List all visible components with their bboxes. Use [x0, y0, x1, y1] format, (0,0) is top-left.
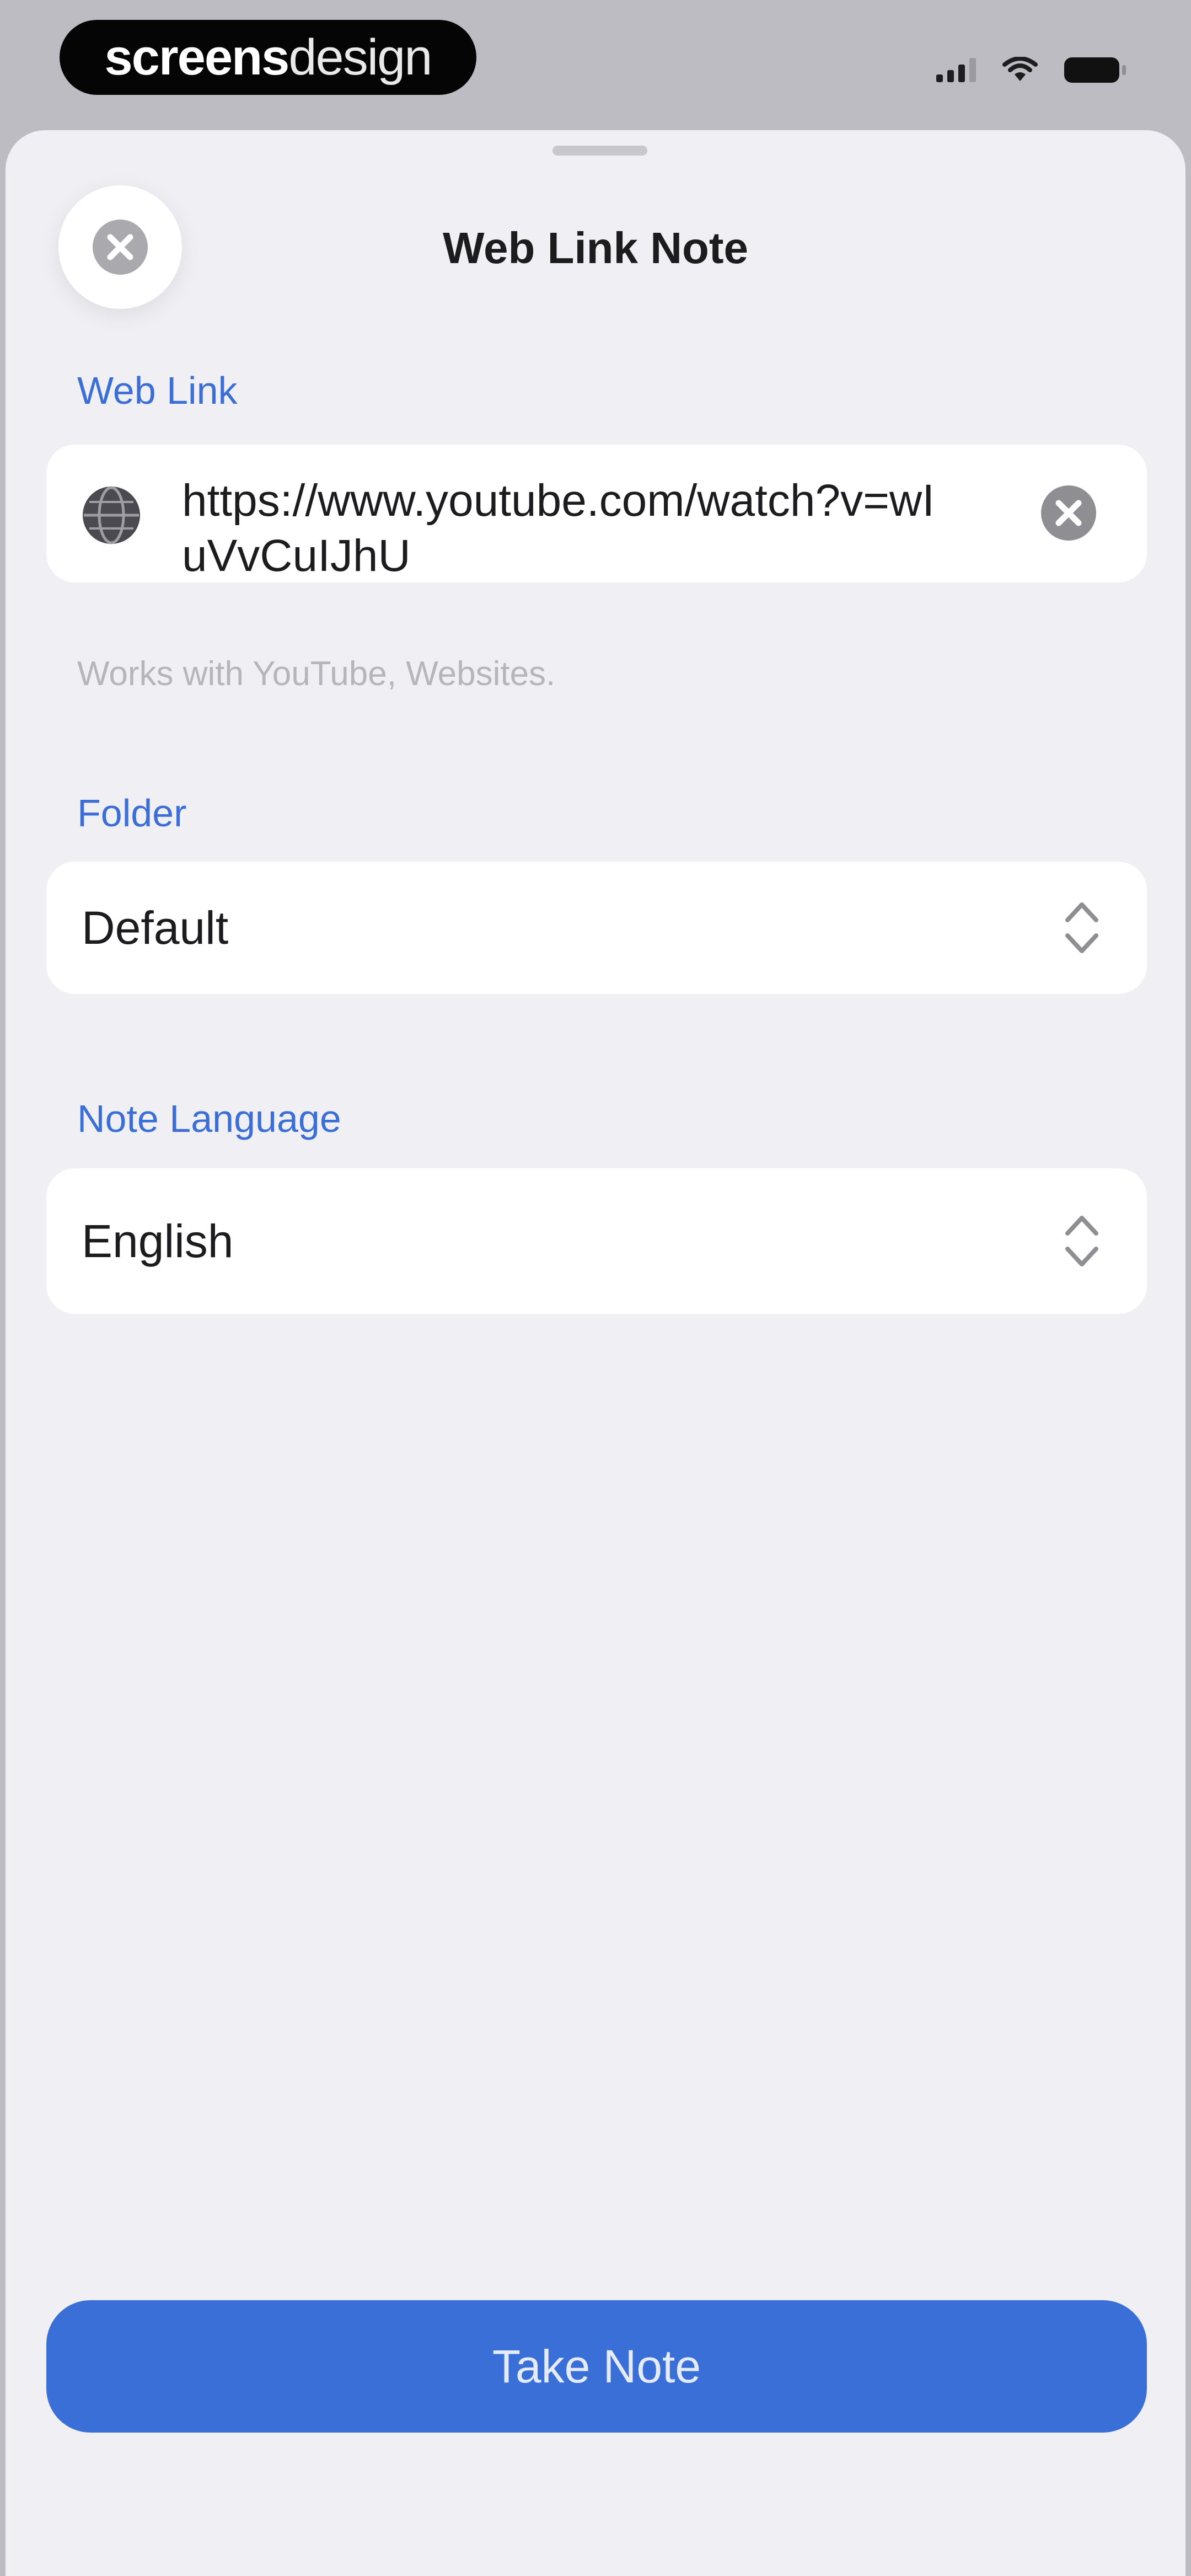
take-note-button[interactable]: Take Note: [46, 2300, 1147, 2433]
brand-watermark: screens design: [60, 20, 476, 95]
battery-icon: [1064, 57, 1126, 83]
wifi-icon: [1002, 57, 1038, 81]
language-select[interactable]: English: [46, 1168, 1147, 1314]
status-bar: screens design: [0, 0, 1191, 132]
signal-icon: [936, 58, 976, 82]
page-title: Web Link Note: [442, 223, 749, 272]
globe-icon: [83, 486, 140, 544]
web-link-label: Web Link: [77, 369, 238, 412]
folder-select[interactable]: Default: [46, 862, 1147, 994]
language-value: English: [82, 1215, 234, 1267]
clear-icon: [1041, 485, 1096, 541]
brand-strong: screens: [104, 29, 290, 85]
web-link-input[interactable]: https://www.youtube.com/watch?v=wIuVvCuI…: [182, 473, 943, 584]
chevron-updown-icon: [1065, 902, 1098, 953]
folder-label: Folder: [77, 792, 187, 835]
sheet-grabber[interactable]: [552, 146, 647, 156]
language-label: Note Language: [77, 1097, 341, 1140]
status-icons: [936, 51, 1126, 89]
folder-value: Default: [82, 901, 229, 954]
web-link-field[interactable]: https://www.youtube.com/watch?v=wIuVvCuI…: [46, 445, 1147, 582]
web-link-hint: Works with YouTube, Websites.: [77, 655, 556, 693]
chevron-updown-icon: [1065, 1216, 1098, 1266]
clear-link-button[interactable]: [1038, 482, 1099, 544]
brand-light: design: [288, 29, 432, 85]
web-link-note-sheet: Web Link Note Web Link https://www.youtu…: [6, 130, 1185, 2576]
